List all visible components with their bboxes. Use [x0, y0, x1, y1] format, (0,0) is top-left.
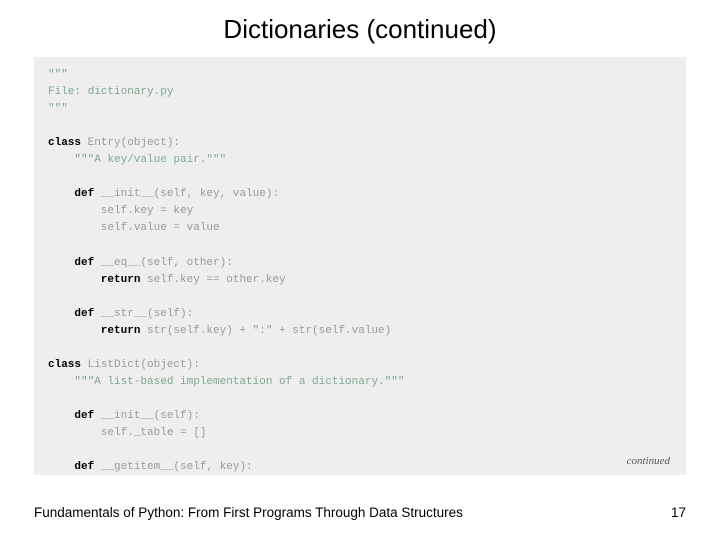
page-number: 17 [671, 505, 686, 520]
code-text: self.key == other.key [140, 274, 285, 286]
code-line: self._table = [] [48, 427, 206, 439]
continued-label: continued [627, 455, 670, 467]
code-text: __str__(self): [94, 308, 193, 320]
keyword: class [48, 359, 81, 371]
code-block: """ File: dictionary.py """ class Entry(… [34, 57, 686, 475]
keyword: class [48, 137, 81, 149]
keyword: def [48, 308, 94, 320]
code-text: __getitem__(self, key): [94, 461, 252, 473]
code-text: str(self.key) + ":" + str(self.value) [140, 325, 391, 337]
code-line: """A list-based implementation of a dict… [48, 376, 404, 388]
keyword: def [48, 410, 94, 422]
code-text: __init__(self, key, value): [94, 188, 279, 200]
code-listing: """ File: dictionary.py """ class Entry(… [48, 67, 672, 476]
footer-text: Fundamentals of Python: From First Progr… [34, 505, 463, 520]
code-text: __eq__(self, other): [94, 257, 233, 269]
code-line: """ [48, 103, 68, 115]
keyword: def [48, 257, 94, 269]
code-line: self.key = key [48, 205, 193, 217]
code-text: ListDict(object): [81, 359, 200, 371]
code-text: Entry(object): [81, 137, 180, 149]
keyword: return [48, 325, 140, 337]
keyword: def [48, 188, 94, 200]
slide-title: Dictionaries (continued) [0, 0, 720, 57]
code-text: __init__(self): [94, 410, 200, 422]
code-line: """ [48, 69, 68, 81]
keyword: return [48, 274, 140, 286]
keyword: def [48, 461, 94, 473]
code-line: """A key/value pair.""" [48, 154, 226, 166]
code-line: self.value = value [48, 222, 220, 234]
code-line: File: dictionary.py [48, 86, 173, 98]
